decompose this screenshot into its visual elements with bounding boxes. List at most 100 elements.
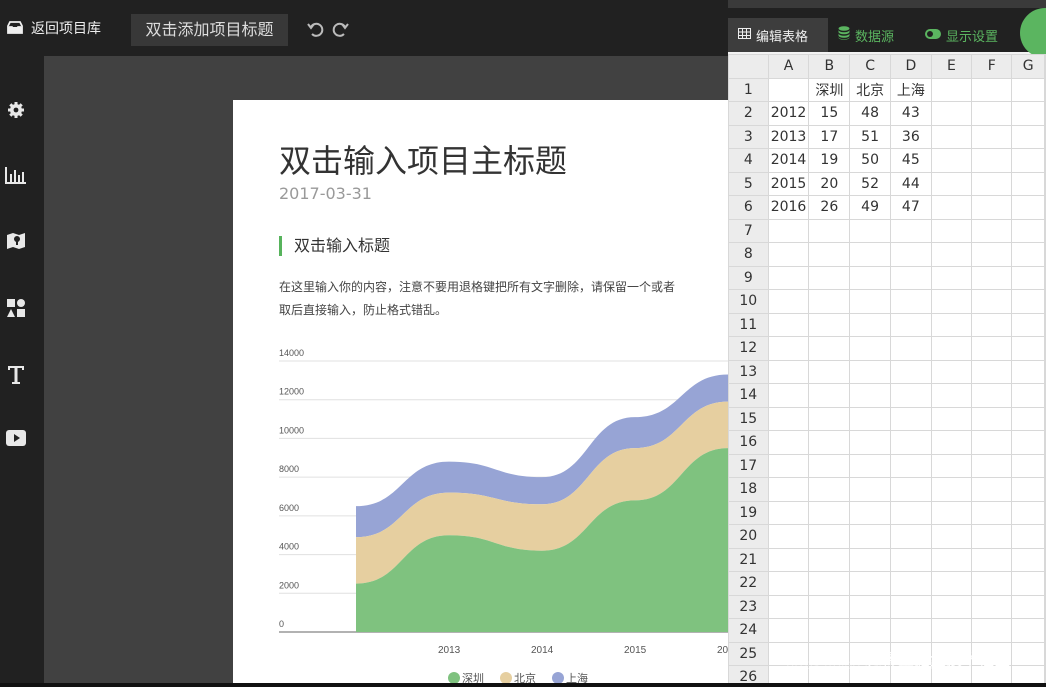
grid-cell[interactable]	[930, 359, 973, 384]
grid-cell[interactable]	[767, 618, 810, 643]
grid-cell[interactable]	[930, 289, 973, 314]
grid-cell[interactable]	[1011, 477, 1045, 502]
grid-cell[interactable]	[930, 547, 973, 572]
grid-cell[interactable]	[971, 453, 1013, 478]
grid-cell[interactable]	[889, 500, 932, 525]
grid-cell[interactable]: 26	[808, 195, 851, 220]
grid-cell[interactable]	[767, 265, 810, 290]
project-title-input[interactable]: 双击添加项目标题	[131, 14, 288, 46]
tab-display-settings[interactable]: 显示设置	[925, 18, 998, 52]
grid-cell[interactable]: 2015	[767, 171, 810, 196]
grid-cell[interactable]	[1011, 500, 1045, 525]
grid-cell[interactable]	[849, 524, 891, 549]
grid-cell[interactable]: 47	[889, 195, 932, 220]
grid-cell[interactable]	[930, 477, 973, 502]
row-header[interactable]: 21	[728, 547, 769, 572]
grid-cell[interactable]	[1044, 171, 1046, 196]
grid-cell[interactable]	[1044, 453, 1046, 478]
grid-cell[interactable]	[889, 547, 932, 572]
row-header[interactable]: 5	[728, 171, 769, 196]
undo-icon[interactable]	[306, 20, 324, 38]
grid-cell[interactable]	[1011, 101, 1045, 126]
grid-cell[interactable]	[767, 289, 810, 314]
spreadsheet-grid[interactable]: A B C D E F G 1 深圳 北京 上海 2 2012 15 48 43 3 2013 17 51 36 4 201…	[728, 54, 1046, 687]
grid-cell[interactable]	[1011, 124, 1045, 149]
grid-cell[interactable]	[1044, 547, 1046, 572]
grid-cell[interactable]	[889, 289, 932, 314]
grid-cell[interactable]	[1011, 336, 1045, 361]
grid-cell[interactable]	[849, 500, 891, 525]
grid-cell[interactable]	[1044, 618, 1046, 643]
grid-cell[interactable]	[1011, 547, 1045, 572]
grid-cell[interactable]	[849, 430, 891, 455]
grid-cell[interactable]	[808, 312, 851, 337]
grid-cell[interactable]	[930, 406, 973, 431]
stacked-area-chart[interactable]: 14000 12000 10000 8000 6000 4000 2000 0 2013 2014…	[233, 340, 728, 687]
column-header[interactable]: G	[1011, 54, 1045, 79]
grid-cell[interactable]	[930, 265, 973, 290]
grid-cell[interactable]	[971, 265, 1013, 290]
row-header[interactable]: 17	[728, 453, 769, 478]
row-header[interactable]: 11	[728, 312, 769, 337]
grid-cell[interactable]	[889, 383, 932, 408]
back-to-library-button[interactable]: 返回项目库	[6, 18, 101, 38]
grid-cell[interactable]	[1044, 500, 1046, 525]
grid-cell[interactable]	[1044, 524, 1046, 549]
grid-cell[interactable]	[808, 289, 851, 314]
grid-cell[interactable]	[930, 77, 973, 102]
grid-cell[interactable]	[808, 500, 851, 525]
grid-cell[interactable]: 20	[808, 171, 851, 196]
grid-cell[interactable]: 2016	[767, 195, 810, 220]
grid-cell[interactable]	[767, 77, 810, 102]
grid-cell[interactable]	[889, 218, 932, 243]
row-header[interactable]: 4	[728, 148, 769, 173]
grid-cell[interactable]	[849, 359, 891, 384]
grid-cell[interactable]	[808, 359, 851, 384]
column-header[interactable]: A	[767, 54, 810, 79]
grid-cell[interactable]	[889, 430, 932, 455]
grid-cell[interactable]: 49	[849, 195, 891, 220]
grid-cell[interactable]	[1011, 383, 1045, 408]
grid-cell[interactable]	[767, 218, 810, 243]
grid-cell[interactable]	[971, 171, 1013, 196]
grid-cell[interactable]	[971, 77, 1013, 102]
grid-cell[interactable]	[767, 406, 810, 431]
grid-cell[interactable]	[767, 383, 810, 408]
grid-cell[interactable]	[849, 242, 891, 267]
grid-cell[interactable]	[767, 336, 810, 361]
grid-cell[interactable]	[849, 571, 891, 596]
row-header[interactable]: 18	[728, 477, 769, 502]
column-header[interactable]: F	[971, 54, 1013, 79]
grid-cell[interactable]	[849, 453, 891, 478]
grid-cell[interactable]	[1044, 289, 1046, 314]
section-title[interactable]: 双击输入标题	[279, 236, 390, 256]
row-header[interactable]: 10	[728, 289, 769, 314]
tab-edit-table[interactable]: 编辑表格	[728, 18, 828, 52]
grid-cell[interactable]	[1011, 618, 1045, 643]
grid-cell[interactable]	[930, 148, 973, 173]
grid-cell[interactable]	[971, 359, 1013, 384]
grid-cell[interactable]: 48	[849, 101, 891, 126]
grid-cell[interactable]	[971, 218, 1013, 243]
grid-cell[interactable]	[1011, 453, 1045, 478]
grid-cell[interactable]	[1044, 265, 1046, 290]
grid-cell[interactable]	[971, 289, 1013, 314]
grid-cell[interactable]: 上海	[889, 77, 932, 102]
row-header[interactable]: 6	[728, 195, 769, 220]
grid-cell[interactable]: 36	[889, 124, 932, 149]
grid-cell[interactable]	[971, 242, 1013, 267]
grid-cell[interactable]	[1044, 101, 1046, 126]
column-header[interactable]	[1044, 54, 1046, 79]
grid-cell[interactable]: 2012	[767, 101, 810, 126]
grid-cell[interactable]	[849, 477, 891, 502]
redo-icon[interactable]	[332, 20, 350, 38]
row-header[interactable]: 23	[728, 594, 769, 619]
grid-cell[interactable]	[767, 500, 810, 525]
grid-cell[interactable]	[930, 171, 973, 196]
grid-cell[interactable]	[889, 453, 932, 478]
grid-cell[interactable]	[808, 242, 851, 267]
grid-cell[interactable]	[808, 594, 851, 619]
grid-cell[interactable]	[889, 242, 932, 267]
grid-cell[interactable]	[1011, 571, 1045, 596]
page-date[interactable]: 2017-03-31	[279, 184, 372, 203]
